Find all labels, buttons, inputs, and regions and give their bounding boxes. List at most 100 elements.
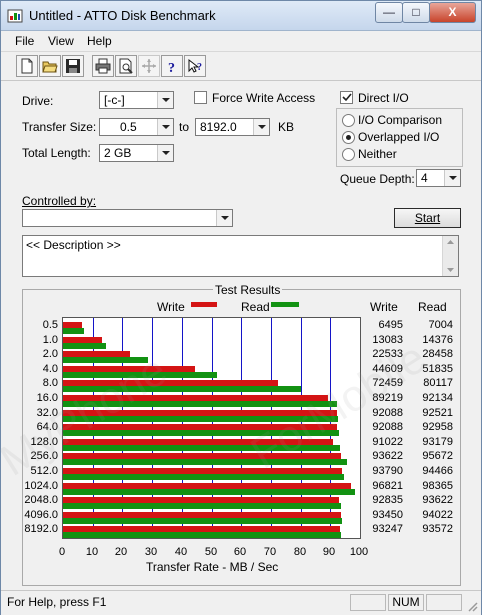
x-tick-label: 60: [233, 546, 247, 558]
write-value: 91022: [372, 435, 403, 448]
force-write-label: Force Write Access: [212, 91, 316, 105]
print-icon[interactable]: [92, 55, 114, 77]
write-value: 22533: [372, 348, 403, 361]
write-value: 44609: [372, 362, 403, 375]
transfer-from-value: 0.5: [120, 120, 137, 134]
write-value: 93450: [372, 508, 403, 521]
read-bar: [63, 459, 348, 466]
read-value: 93622: [422, 494, 453, 507]
transfer-to-select[interactable]: 8192.0: [195, 118, 270, 136]
write-value: 92088: [372, 406, 403, 419]
bar-chart-plot: [62, 317, 361, 539]
svg-text:?: ?: [197, 62, 202, 73]
row-size-label: 8192.0: [24, 523, 58, 536]
read-value: 93179: [422, 435, 453, 448]
menu-view[interactable]: View: [48, 34, 74, 48]
write-value: 6495: [378, 319, 403, 331]
chevron-down-icon[interactable]: [253, 119, 269, 135]
legend-read-swatch: [271, 302, 299, 307]
minimize-button[interactable]: —: [375, 2, 403, 23]
start-button[interactable]: Start: [394, 208, 461, 228]
status-num: NUM: [388, 594, 424, 611]
read-value: 92521: [422, 406, 453, 419]
io-comparison-radio[interactable]: [342, 114, 355, 127]
menu-help[interactable]: Help: [87, 34, 112, 48]
neither-radio[interactable]: [342, 148, 355, 161]
read-bar: [63, 503, 342, 510]
open-folder-icon[interactable]: [39, 55, 61, 77]
row-size-label: 0.5: [42, 319, 58, 331]
io-comparison-label: I/O Comparison: [358, 113, 443, 127]
row-size-label: 512.0: [30, 465, 58, 477]
x-tick-label: 20: [114, 546, 128, 558]
context-help-icon[interactable]: ?: [184, 55, 206, 77]
read-value: 93572: [422, 523, 453, 536]
status-bar: For Help, press F1 NUM: [1, 590, 481, 615]
description-box[interactable]: << Description >>: [22, 235, 459, 277]
status-panel-empty: [350, 594, 386, 611]
x-tick-label: 50: [204, 546, 218, 558]
move-icon: [138, 55, 160, 77]
read-bar: [63, 532, 341, 539]
row-size-label: 64.0: [36, 421, 58, 434]
transfer-to-value: 8192.0: [200, 120, 237, 134]
title-bar[interactable]: Untitled - ATTO Disk Benchmark — □ X: [1, 1, 481, 31]
menu-file[interactable]: File: [15, 34, 34, 48]
write-value: 72459: [372, 377, 403, 390]
print-preview-icon[interactable]: [115, 55, 137, 77]
chevron-down-icon[interactable]: [157, 145, 173, 161]
row-size-label: 16.0: [36, 392, 58, 404]
close-button[interactable]: X: [429, 2, 476, 23]
controlled-by-select[interactable]: [22, 209, 233, 227]
check-icon: [342, 93, 352, 102]
chevron-down-icon[interactable]: [157, 92, 173, 108]
x-tick-label: 70: [263, 546, 277, 558]
x-tick-label: 30: [144, 546, 158, 558]
resize-grip-icon[interactable]: [466, 600, 478, 612]
window-title: Untitled - ATTO Disk Benchmark: [29, 8, 216, 23]
scroll-arrows-icon: [447, 240, 454, 272]
read-value: 92134: [422, 392, 453, 404]
svg-text:?: ?: [168, 61, 175, 74]
read-bar: [63, 371, 217, 378]
total-length-select[interactable]: 2 GB: [99, 144, 174, 162]
write-value: 96821: [372, 479, 403, 492]
unit-label: KB: [278, 120, 295, 134]
total-length-label: Total Length:: [22, 146, 91, 160]
legend-write-swatch: [191, 302, 217, 307]
read-bar: [63, 415, 338, 422]
row-size-label: 2048.0: [24, 494, 58, 507]
row-size-label: 128.0: [30, 435, 58, 448]
x-tick-label: 0: [58, 546, 66, 558]
queue-depth-label: Queue Depth:: [340, 172, 415, 186]
maximize-button[interactable]: □: [402, 2, 430, 23]
menu-bar: File View Help: [1, 31, 481, 52]
to-label: to: [179, 120, 190, 134]
app-icon: [7, 9, 23, 23]
overlapped-io-radio[interactable]: [342, 131, 355, 144]
transfer-from-select[interactable]: 0.5: [99, 118, 174, 136]
neither-label: Neither: [358, 147, 397, 161]
chevron-down-icon[interactable]: [216, 210, 232, 226]
save-disk-icon[interactable]: [62, 55, 84, 77]
chevron-down-icon[interactable]: [444, 170, 460, 186]
new-file-icon[interactable]: [16, 55, 38, 77]
row-size-label: 2.0: [42, 348, 58, 361]
read-bar: [63, 328, 84, 334]
direct-io-checkbox[interactable]: [340, 91, 353, 104]
help-icon[interactable]: ?: [161, 55, 183, 77]
chevron-down-icon[interactable]: [157, 119, 173, 135]
force-write-checkbox[interactable]: [194, 91, 207, 104]
x-tick-label: 90: [322, 546, 336, 558]
write-value: 93790: [372, 465, 403, 477]
read-value: 92958: [422, 421, 453, 434]
description-scrollbar[interactable]: [442, 236, 458, 276]
x-tick-label: 100: [349, 546, 369, 558]
drive-select[interactable]: [-c-]: [99, 91, 174, 109]
write-value: 93247: [372, 523, 403, 536]
write-value: 93622: [372, 450, 403, 463]
row-size-label: 8.0: [42, 377, 58, 390]
x-tick-label: 10: [85, 546, 99, 558]
queue-depth-select[interactable]: 4: [416, 169, 461, 187]
read-value: 94022: [422, 508, 453, 521]
